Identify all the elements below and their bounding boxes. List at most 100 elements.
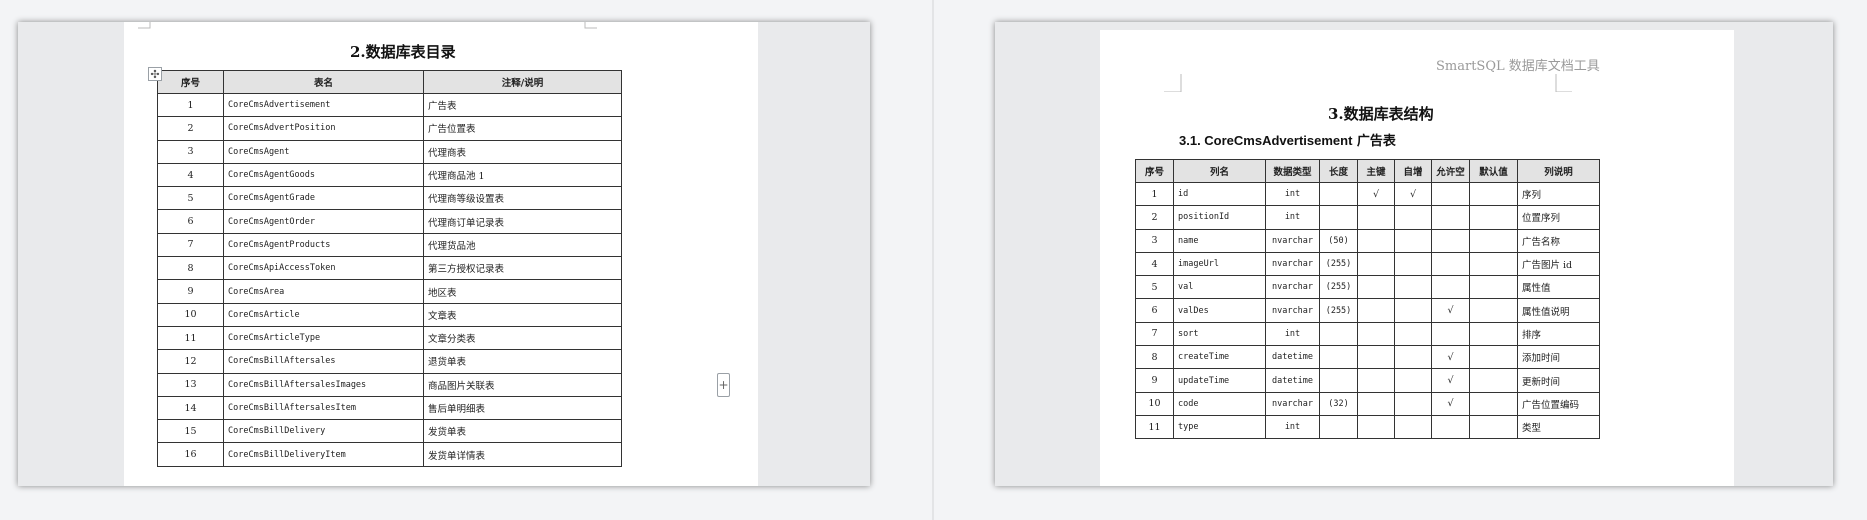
- table-cell[interactable]: 更新时间: [1517, 368, 1600, 393]
- table-cell[interactable]: 1: [157, 92, 224, 118]
- table-cell[interactable]: CoreCmsBillAftersales: [223, 349, 424, 374]
- table-cell[interactable]: CoreCmsApiAccessToken: [223, 256, 424, 281]
- table-cell[interactable]: 广告位置编码: [1517, 391, 1600, 416]
- table-cell[interactable]: sort: [1173, 321, 1266, 347]
- table-cell[interactable]: [1394, 298, 1432, 323]
- table-cell[interactable]: nvarchar: [1265, 251, 1320, 277]
- table-cell[interactable]: √: [1431, 298, 1470, 323]
- table-cell[interactable]: √: [1431, 345, 1470, 370]
- table-cell[interactable]: CoreCmsAgentOrder: [223, 209, 424, 234]
- table-cell[interactable]: updateTime: [1173, 368, 1266, 393]
- table-cell[interactable]: 2: [1135, 205, 1174, 230]
- table-cell[interactable]: [1394, 275, 1432, 300]
- table-cell[interactable]: 位置序列: [1517, 205, 1600, 230]
- table-cell[interactable]: nvarchar: [1265, 391, 1320, 416]
- table-cell[interactable]: code: [1173, 391, 1266, 416]
- table-cell[interactable]: √: [1431, 368, 1470, 393]
- table-cell[interactable]: [1394, 251, 1432, 277]
- table-cell[interactable]: 3: [1135, 228, 1174, 253]
- table-cell[interactable]: CoreCmsAgentProducts: [223, 232, 424, 258]
- table-cell[interactable]: [1431, 275, 1470, 300]
- table-cell[interactable]: 5: [1135, 275, 1174, 300]
- table-cell[interactable]: 发货单表: [423, 419, 622, 444]
- table-row[interactable]: 9 CoreCmsArea 地区表: [157, 279, 622, 304]
- table-cell[interactable]: nvarchar: [1265, 228, 1320, 253]
- table-cell[interactable]: 广告表: [423, 92, 622, 118]
- table-row[interactable]: 13 CoreCmsBillAftersalesImages 商品图片关联表: [157, 372, 622, 397]
- table-cell[interactable]: [1394, 368, 1432, 393]
- table-cell[interactable]: [1469, 345, 1518, 370]
- table-cell[interactable]: 13: [157, 372, 224, 397]
- table-row[interactable]: 6 valDes nvarchar (255) √ 属性值说明: [1135, 298, 1600, 323]
- table-cell[interactable]: 8: [1135, 345, 1174, 370]
- table-row[interactable]: 5 CoreCmsAgentGrade 代理商等级设置表: [157, 186, 622, 211]
- table-structure[interactable]: 序号 列名 数据类型 长度 主键 自增 允许空 默认值 列说明 1 id int √ √ 序列 2 posit…: [1135, 159, 1600, 440]
- table-cell[interactable]: id: [1173, 181, 1266, 207]
- table-cell[interactable]: 9: [157, 279, 224, 304]
- table-cell[interactable]: 3: [157, 139, 224, 164]
- table-cell[interactable]: CoreCmsAgentGoods: [223, 162, 424, 188]
- table-cell[interactable]: 属性值: [1517, 275, 1600, 300]
- table-cell[interactable]: 排序: [1517, 321, 1600, 347]
- table-move-handle[interactable]: ✣: [148, 67, 162, 81]
- table-cell[interactable]: 2: [157, 116, 224, 141]
- table-cell[interactable]: 10: [157, 302, 224, 327]
- table-cell[interactable]: CoreCmsArea: [223, 279, 424, 304]
- table-cell[interactable]: 1: [1135, 181, 1174, 207]
- table-cell[interactable]: CoreCmsArticleType: [223, 325, 424, 351]
- table-cell[interactable]: type: [1173, 414, 1266, 440]
- table-row[interactable]: 5 val nvarchar (255) 属性值: [1135, 275, 1600, 300]
- table-cell[interactable]: (255): [1319, 275, 1358, 300]
- table-cell[interactable]: [1431, 228, 1470, 253]
- table-cell[interactable]: 地区表: [423, 279, 622, 304]
- table-cell[interactable]: imageUrl: [1173, 251, 1266, 277]
- table-cell[interactable]: 7: [157, 232, 224, 258]
- table-cell[interactable]: [1431, 321, 1470, 347]
- table-cell[interactable]: 代理货品池: [423, 232, 622, 258]
- left-document-viewport[interactable]: 2.数据库表目录 序号 表名 注释/说明 1 CoreCmsAdvertisement…: [18, 22, 870, 486]
- table-cell[interactable]: CoreCmsBillDelivery: [223, 419, 424, 444]
- table-cell[interactable]: 广告位置表: [423, 116, 622, 141]
- table-cell[interactable]: [1394, 321, 1432, 347]
- table-cell[interactable]: CoreCmsAgent: [223, 139, 424, 164]
- table-cell[interactable]: CoreCmsBillAftersalesItem: [223, 395, 424, 421]
- table-cell[interactable]: valDes: [1173, 298, 1266, 323]
- table-cell[interactable]: √: [1357, 181, 1395, 207]
- right-document-viewport[interactable]: SmartSQL 数据库文档工具 3.数据库表结构 3.1. CoreCmsAd…: [995, 22, 1833, 486]
- table-cell[interactable]: 文章分类表: [423, 325, 622, 351]
- table-row[interactable]: 6 CoreCmsAgentOrder 代理商订单记录表: [157, 209, 622, 234]
- table-cell[interactable]: [1319, 414, 1358, 440]
- table-cell[interactable]: [1469, 181, 1518, 207]
- table-row[interactable]: 7 CoreCmsAgentProducts 代理货品池: [157, 232, 622, 258]
- table-cell[interactable]: 7: [1135, 321, 1174, 347]
- table-cell[interactable]: (255): [1319, 251, 1358, 277]
- table-row[interactable]: 11 CoreCmsArticleType 文章分类表: [157, 325, 622, 351]
- table-cell[interactable]: (50): [1319, 228, 1358, 253]
- table-cell[interactable]: [1394, 391, 1432, 416]
- table-cell[interactable]: 10: [1135, 391, 1174, 416]
- table-cell[interactable]: [1357, 321, 1395, 347]
- table-cell[interactable]: 11: [157, 325, 224, 351]
- table-cell[interactable]: CoreCmsAgentGrade: [223, 186, 424, 211]
- table-cell[interactable]: name: [1173, 228, 1266, 253]
- table-cell[interactable]: 6: [157, 209, 224, 234]
- table-cell[interactable]: 添加时间: [1517, 345, 1600, 370]
- table-cell[interactable]: [1357, 391, 1395, 416]
- table-row[interactable]: 4 imageUrl nvarchar (255) 广告图片 id: [1135, 251, 1600, 277]
- table-cell[interactable]: 9: [1135, 368, 1174, 393]
- table-row[interactable]: 3 CoreCmsAgent 代理商表: [157, 139, 622, 164]
- table-row[interactable]: 4 CoreCmsAgentGoods 代理商品池 1: [157, 162, 622, 188]
- table-cell[interactable]: 4: [157, 162, 224, 188]
- table-cell[interactable]: 代理商订单记录表: [423, 209, 622, 234]
- table-cell[interactable]: [1469, 414, 1518, 440]
- table-row[interactable]: 16 CoreCmsBillDeliveryItem 发货单详情表: [157, 442, 622, 467]
- table-cell[interactable]: 6: [1135, 298, 1174, 323]
- table-cell[interactable]: 11: [1135, 414, 1174, 440]
- table-row[interactable]: 12 CoreCmsBillAftersales 退货单表: [157, 349, 622, 374]
- table-cell[interactable]: 售后单明细表: [423, 395, 622, 421]
- table-cell[interactable]: [1319, 345, 1358, 370]
- table-cell[interactable]: [1469, 391, 1518, 416]
- table-directory[interactable]: 序号 表名 注释/说明 1 CoreCmsAdvertisement 广告表 2 CoreC…: [157, 70, 622, 467]
- table-cell[interactable]: 代理商等级设置表: [423, 186, 622, 211]
- table-row[interactable]: 11 type int 类型: [1135, 414, 1600, 440]
